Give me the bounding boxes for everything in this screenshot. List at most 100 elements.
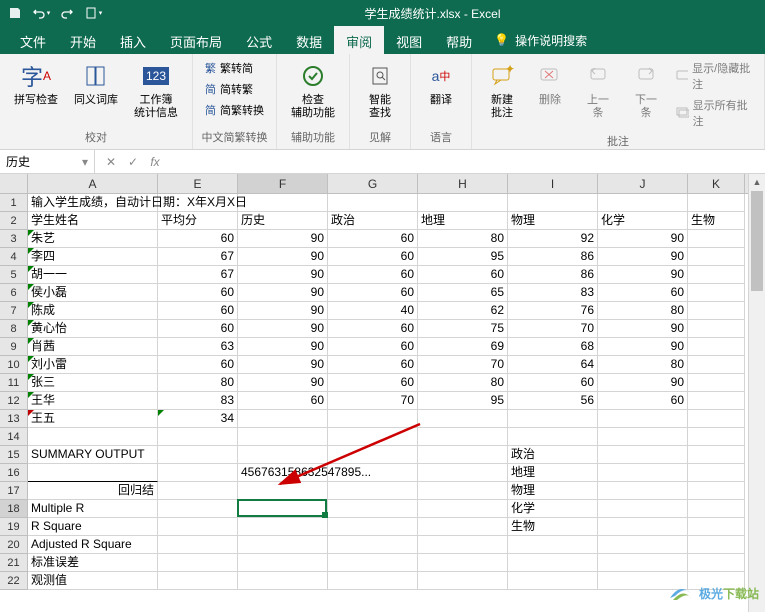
trad-to-simp-button[interactable]: 繁繁转简 — [201, 58, 268, 78]
cell[interactable] — [598, 536, 688, 554]
cell[interactable]: 34 — [158, 410, 238, 428]
scroll-up-button[interactable]: ▲ — [749, 174, 765, 191]
cell[interactable]: 64 — [508, 356, 598, 374]
cell[interactable]: 60 — [158, 302, 238, 320]
row-header[interactable]: 12 — [0, 392, 28, 410]
tab-data[interactable]: 数据 — [284, 26, 334, 54]
tab-home[interactable]: 开始 — [58, 26, 108, 54]
cell[interactable]: 胡一一 — [28, 266, 158, 284]
tab-file[interactable]: 文件 — [8, 26, 58, 54]
tell-me-search[interactable]: 💡 操作说明搜索 — [484, 26, 597, 54]
cell[interactable]: 90 — [238, 374, 328, 392]
undo-button[interactable]: ▾ — [30, 2, 52, 24]
cell[interactable] — [598, 482, 688, 500]
cell[interactable]: 67 — [158, 266, 238, 284]
cell[interactable] — [598, 194, 688, 212]
cell[interactable]: 60 — [328, 230, 418, 248]
name-box[interactable]: 历史 ▾ — [0, 150, 95, 173]
tab-insert[interactable]: 插入 — [108, 26, 158, 54]
cell[interactable]: 60 — [598, 392, 688, 410]
cell[interactable]: 60 — [328, 338, 418, 356]
row-header[interactable]: 7 — [0, 302, 28, 320]
cell[interactable] — [688, 194, 745, 212]
tab-help[interactable]: 帮助 — [434, 26, 484, 54]
cell[interactable] — [508, 410, 598, 428]
cell[interactable]: 40 — [328, 302, 418, 320]
row-header[interactable]: 19 — [0, 518, 28, 536]
cell[interactable]: 观测值 — [28, 572, 158, 590]
tab-formulas[interactable]: 公式 — [234, 26, 284, 54]
cell[interactable]: 56 — [508, 392, 598, 410]
save-button[interactable] — [4, 2, 26, 24]
cell[interactable] — [688, 464, 745, 482]
cell[interactable]: 70 — [508, 320, 598, 338]
cell[interactable] — [598, 446, 688, 464]
cell[interactable]: 90 — [598, 230, 688, 248]
cell[interactable] — [688, 266, 745, 284]
cell[interactable]: 黄心怡 — [28, 320, 158, 338]
cell[interactable]: 李四 — [28, 248, 158, 266]
cell[interactable] — [688, 230, 745, 248]
cell[interactable] — [598, 428, 688, 446]
cell[interactable] — [688, 284, 745, 302]
cell[interactable]: 68 — [508, 338, 598, 356]
cell[interactable]: 60 — [328, 356, 418, 374]
cell[interactable]: 学生姓名 — [28, 212, 158, 230]
cell[interactable] — [238, 536, 328, 554]
row-header[interactable]: 22 — [0, 572, 28, 590]
cell[interactable]: 生物 — [688, 212, 745, 230]
cell[interactable] — [158, 500, 238, 518]
check-accessibility-button[interactable]: 检查 辅助功能 — [285, 58, 341, 122]
cell[interactable]: 86 — [508, 266, 598, 284]
cell[interactable] — [328, 428, 418, 446]
translate-button[interactable]: a中 翻译 — [419, 58, 463, 109]
cell[interactable] — [238, 428, 328, 446]
cell[interactable]: 60 — [158, 356, 238, 374]
cell[interactable] — [238, 446, 328, 464]
col-header-F[interactable]: F — [238, 174, 328, 193]
cell[interactable]: 陈成 — [28, 302, 158, 320]
cell[interactable]: 90 — [598, 338, 688, 356]
row-header[interactable]: 21 — [0, 554, 28, 572]
cell[interactable]: R Square — [28, 518, 158, 536]
select-all-button[interactable] — [0, 174, 28, 193]
cell[interactable] — [688, 428, 745, 446]
cell[interactable]: Adjusted R Square — [28, 536, 158, 554]
row-header[interactable]: 11 — [0, 374, 28, 392]
cell[interactable] — [418, 518, 508, 536]
cell[interactable] — [158, 572, 238, 590]
cell[interactable]: 80 — [598, 302, 688, 320]
cell[interactable]: 地理 — [418, 212, 508, 230]
cell[interactable]: 80 — [418, 230, 508, 248]
cell[interactable] — [688, 338, 745, 356]
row-header[interactable]: 16 — [0, 464, 28, 482]
cell[interactable]: 60 — [598, 284, 688, 302]
col-header-H[interactable]: H — [418, 174, 508, 193]
cell[interactable] — [238, 500, 328, 518]
cell[interactable]: 刘小雷 — [28, 356, 158, 374]
fx-button[interactable]: fx — [145, 155, 165, 169]
accept-formula-button[interactable]: ✓ — [123, 155, 143, 169]
cell[interactable]: 化学 — [508, 500, 598, 518]
cell[interactable]: 90 — [238, 302, 328, 320]
row-header[interactable]: 10 — [0, 356, 28, 374]
cell[interactable] — [418, 410, 508, 428]
cell[interactable] — [688, 554, 745, 572]
cell[interactable]: 历史 — [238, 212, 328, 230]
cell[interactable] — [508, 194, 598, 212]
cell[interactable]: 456763158632547895... — [238, 464, 328, 482]
cell[interactable]: 80 — [158, 374, 238, 392]
cell[interactable]: 83 — [158, 392, 238, 410]
cell[interactable]: 86 — [508, 248, 598, 266]
cell[interactable] — [328, 410, 418, 428]
cell[interactable] — [508, 536, 598, 554]
cell[interactable]: 60 — [158, 320, 238, 338]
cell[interactable] — [158, 464, 238, 482]
cell[interactable]: 90 — [238, 284, 328, 302]
cell[interactable] — [328, 536, 418, 554]
cell[interactable]: 王华 — [28, 392, 158, 410]
simp-to-trad-button[interactable]: 简简转繁 — [201, 79, 268, 99]
cell[interactable] — [28, 428, 158, 446]
col-header-J[interactable]: J — [598, 174, 688, 193]
cell[interactable]: 90 — [238, 320, 328, 338]
